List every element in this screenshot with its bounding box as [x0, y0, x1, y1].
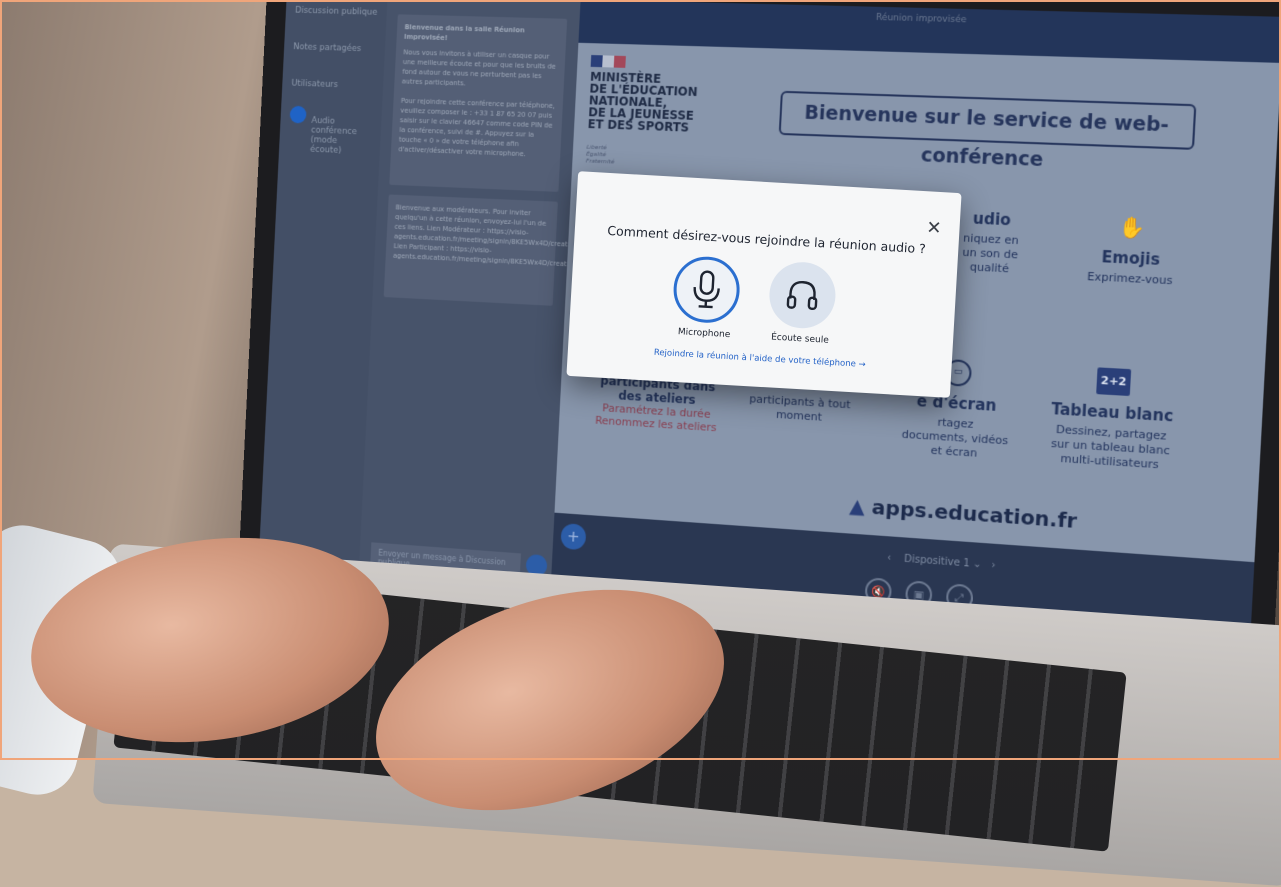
modal-title: Comment désirez-vous rejoindre la réunio… [574, 221, 958, 258]
chat-phone-text: Pour rejoindre cette conférence par télé… [398, 97, 555, 158]
apps-logo-text: apps.education.fr [871, 495, 1077, 533]
chat-welcome-text: Nous vous invitons à utiliser un casque … [402, 48, 556, 87]
chat-message-moderator: Bienvenue aux modérateurs. Pour inviter … [384, 194, 558, 305]
feature-whiteboard: 2+2 Tableau blanc Dessinez, partagez sur… [1036, 364, 1188, 474]
feature-participants-sub: participants à tout moment [729, 391, 870, 427]
next-slide-icon[interactable]: › [991, 560, 996, 572]
feature-emojis-title: Emojis [1101, 248, 1160, 269]
microphone-option-button[interactable]: Microphone [669, 255, 744, 341]
microphone-circle[interactable] [672, 255, 742, 325]
marianne-flag-icon [591, 55, 626, 68]
microphone-label: Microphone [669, 327, 739, 341]
apps-logo-mark-icon: ▲ [849, 493, 866, 518]
microphone-icon [688, 269, 724, 311]
listen-only-option-button[interactable]: Écoute seule [765, 260, 840, 346]
hand-wave-icon: ✋ [1115, 213, 1150, 241]
feature-participants: participants à tout moment [729, 387, 870, 427]
feature-emojis: ✋ Emojis Exprimez-vous [1066, 211, 1196, 289]
actions-plus-button[interactable]: + [560, 523, 586, 550]
feature-whiteboard-sub: Dessinez, partagez sur un tableau blanc … [1036, 422, 1185, 474]
ministry-devise: Liberté Égalité Fraternité [586, 144, 616, 166]
slide-welcome-heading: Bienvenue sur le service de web-conféren… [779, 91, 1197, 150]
whiteboard-icon: 2+2 [1096, 367, 1131, 396]
sidebar-item-public-chat[interactable]: Discussion publique [285, 0, 388, 31]
slide-navigator: ‹ Dispositive 1 ⌄ › [887, 552, 996, 571]
feature-whiteboard-title: Tableau blanc [1051, 400, 1174, 426]
chat-message-welcome: Bienvenue dans la salle Réunion improvis… [389, 14, 567, 192]
previous-slide-icon[interactable]: ‹ [887, 552, 892, 563]
chat-welcome-title: Bienvenue dans la salle Réunion improvis… [404, 22, 559, 46]
close-icon[interactable]: ✕ [926, 219, 942, 238]
apps-education-logo: ▲ apps.education.fr [849, 493, 1078, 533]
feature-audio-title: udio [972, 209, 1011, 229]
chevron-down-icon[interactable]: ⌄ [973, 559, 982, 571]
sidebar-item-users[interactable]: Utilisateurs [281, 65, 384, 105]
headphones-icon [783, 276, 821, 314]
join-by-phone-link[interactable]: Rejoindre la réunion à l'aide de votre t… [568, 343, 952, 375]
listen-only-label: Écoute seule [765, 332, 835, 346]
sidebar-item-shared-notes[interactable]: Notes partagées [283, 29, 386, 69]
feature-screen-sub: rtagez documents, vidéos et écran [882, 412, 1027, 464]
join-audio-modal: ✕ Comment désirez-vous rejoindre la réun… [566, 171, 961, 398]
chat-panel: Bienvenue dans la salle Réunion improvis… [359, 0, 581, 591]
listen-only-circle[interactable] [768, 260, 838, 330]
feature-emojis-sub: Exprimez-vous [1066, 269, 1193, 289]
slide-selector[interactable]: Dispositive 1 [904, 554, 970, 570]
ministry-logo-text: MINISTÈRE DE L'ÉDUCATION NATIONALE, DE L… [587, 71, 746, 136]
